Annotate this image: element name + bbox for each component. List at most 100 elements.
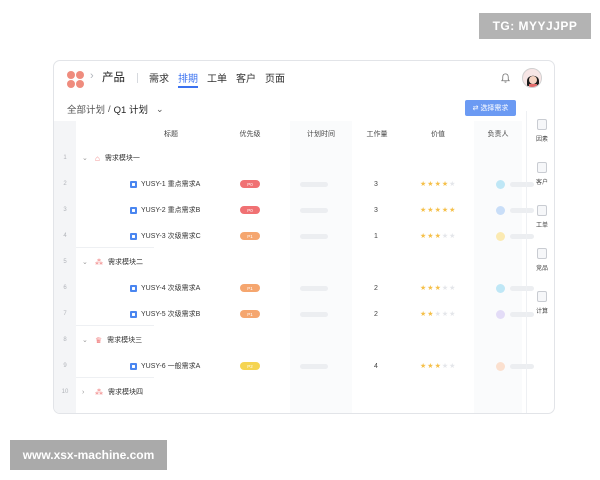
star-rating[interactable]: ★ ★ ★ ★ ★ xyxy=(420,233,455,240)
priority-badge[interactable]: P1 xyxy=(240,284,260,292)
star-icon[interactable]: ★ xyxy=(449,181,455,188)
value-cell[interactable]: ★ ★ ★ ★ ★ xyxy=(420,223,455,249)
star-icon[interactable]: ★ xyxy=(435,181,441,188)
table-row[interactable]: YUSY-1 重点需求A P0 3 ★ ★ ★ ★ ★ xyxy=(76,171,534,197)
priority-cell[interactable]: P0 xyxy=(240,197,260,223)
app-logo-icon[interactable] xyxy=(67,71,84,88)
plan-time-cell[interactable] xyxy=(300,223,328,249)
group-row[interactable]: › ⁂ 需求模块四 xyxy=(76,379,524,405)
star-icon[interactable]: ★ xyxy=(442,363,448,370)
sidebar-item-0[interactable]: 因素 xyxy=(527,119,554,143)
current-plan[interactable]: Q1 计划 xyxy=(114,102,148,116)
priority-badge[interactable]: P0 xyxy=(240,206,260,214)
workload-cell[interactable]: 2 xyxy=(374,301,378,327)
owner-avatar[interactable] xyxy=(496,231,505,241)
owner-avatar[interactable] xyxy=(496,361,505,371)
tab-2[interactable]: 工单 xyxy=(207,70,227,85)
expand-toggle-icon[interactable]: ⌄ xyxy=(82,154,90,162)
star-icon[interactable]: ★ xyxy=(420,285,426,292)
star-icon[interactable]: ★ xyxy=(420,233,426,240)
table-row[interactable]: YUSY-4 次级需求A P1 2 ★ ★ ★ ★ ★ xyxy=(76,275,534,301)
sidebar-item-1[interactable]: 客户 xyxy=(527,162,554,186)
item-title-cell[interactable]: YUSY-5 次级需求B xyxy=(130,301,200,327)
value-cell[interactable]: ★ ★ ★ ★ ★ xyxy=(420,275,455,301)
priority-cell[interactable]: P2 xyxy=(240,353,260,379)
star-rating[interactable]: ★ ★ ★ ★ ★ xyxy=(420,311,455,318)
star-icon[interactable]: ★ xyxy=(435,207,441,214)
owner-avatar[interactable] xyxy=(496,283,505,293)
column-header-3[interactable]: 工作量 xyxy=(352,129,402,139)
table-row[interactable]: YUSY-6 一般需求A P2 4 ★ ★ ★ ★ ★ xyxy=(76,353,534,379)
priority-cell[interactable]: P1 xyxy=(240,275,260,301)
star-icon[interactable]: ★ xyxy=(442,233,448,240)
star-icon[interactable]: ★ xyxy=(435,311,441,318)
star-rating[interactable]: ★ ★ ★ ★ ★ xyxy=(420,181,455,188)
plan-time-cell[interactable] xyxy=(300,197,328,223)
expand-toggle-icon[interactable]: ⌄ xyxy=(82,258,90,266)
column-header-1[interactable]: 优先级 xyxy=(230,129,270,139)
group-title-cell[interactable]: ⌄ ⁂ 需求模块二 xyxy=(76,249,143,275)
product-title[interactable]: 产品 xyxy=(102,69,125,85)
tab-1[interactable]: 排期 xyxy=(178,70,198,88)
star-icon[interactable]: ★ xyxy=(442,207,448,214)
star-icon[interactable]: ★ xyxy=(435,363,441,370)
item-title-cell[interactable]: YUSY-4 次级需求A xyxy=(130,275,200,301)
star-icon[interactable]: ★ xyxy=(449,233,455,240)
value-cell[interactable]: ★ ★ ★ ★ ★ xyxy=(420,171,455,197)
expand-toggle-icon[interactable]: › xyxy=(82,389,90,396)
star-icon[interactable]: ★ xyxy=(420,181,426,188)
table-row[interactable]: YUSY-5 次级需求B P1 2 ★ ★ ★ ★ ★ xyxy=(76,301,534,327)
star-icon[interactable]: ★ xyxy=(427,233,433,240)
priority-cell[interactable]: P1 xyxy=(240,223,260,249)
priority-badge[interactable]: P2 xyxy=(240,362,260,370)
table-row[interactable]: YUSY-2 重点需求B P0 3 ★ ★ ★ ★ ★ xyxy=(76,197,534,223)
tab-0[interactable]: 需求 xyxy=(149,70,169,85)
sidebar-item-3[interactable]: 竞品 xyxy=(527,248,554,272)
column-header-2[interactable]: 计划时间 xyxy=(290,129,352,139)
plan-time-cell[interactable] xyxy=(300,275,328,301)
group-row[interactable]: ⌄ ⌂ 需求模块一 xyxy=(76,145,524,171)
star-icon[interactable]: ★ xyxy=(420,207,426,214)
star-icon[interactable]: ★ xyxy=(442,181,448,188)
star-icon[interactable]: ★ xyxy=(420,311,426,318)
sidebar-item-4[interactable]: 计算 xyxy=(527,291,554,315)
workload-cell[interactable]: 1 xyxy=(374,223,378,249)
priority-badge[interactable]: P0 xyxy=(240,180,260,188)
star-icon[interactable]: ★ xyxy=(427,311,433,318)
star-icon[interactable]: ★ xyxy=(449,363,455,370)
star-rating[interactable]: ★ ★ ★ ★ ★ xyxy=(420,285,455,292)
priority-badge[interactable]: P1 xyxy=(240,232,260,240)
star-icon[interactable]: ★ xyxy=(449,207,455,214)
workload-cell[interactable]: 2 xyxy=(374,275,378,301)
tab-4[interactable]: 页面 xyxy=(265,70,285,85)
star-rating[interactable]: ★ ★ ★ ★ ★ xyxy=(420,363,455,370)
workload-cell[interactable]: 3 xyxy=(374,171,378,197)
star-icon[interactable]: ★ xyxy=(449,285,455,292)
expand-toggle-icon[interactable]: ⌄ xyxy=(82,336,90,344)
bell-icon[interactable] xyxy=(500,72,511,84)
star-icon[interactable]: ★ xyxy=(435,233,441,240)
group-title-cell[interactable]: › ⁂ 需求模块四 xyxy=(76,379,143,405)
value-cell[interactable]: ★ ★ ★ ★ ★ xyxy=(420,301,455,327)
priority-cell[interactable]: P0 xyxy=(240,171,260,197)
owner-avatar[interactable] xyxy=(496,179,505,189)
sidebar-item-2[interactable]: 工单 xyxy=(527,205,554,229)
owner-avatar[interactable] xyxy=(496,205,505,215)
star-icon[interactable]: ★ xyxy=(427,363,433,370)
priority-cell[interactable]: P1 xyxy=(240,301,260,327)
star-icon[interactable]: ★ xyxy=(427,285,433,292)
workload-cell[interactable]: 4 xyxy=(374,353,378,379)
table-row[interactable]: YUSY-3 次级需求C P1 1 ★ ★ ★ ★ ★ xyxy=(76,223,534,249)
column-header-5[interactable]: 负责人 xyxy=(474,129,522,139)
owner-avatar[interactable] xyxy=(496,309,505,319)
star-icon[interactable]: ★ xyxy=(435,285,441,292)
item-title-cell[interactable]: YUSY-3 次级需求C xyxy=(130,223,201,249)
chevron-down-icon[interactable]: ⌄ xyxy=(156,104,164,115)
star-icon[interactable]: ★ xyxy=(442,311,448,318)
group-title-cell[interactable]: ⌄ ♛ 需求模块三 xyxy=(76,327,142,353)
group-row[interactable]: ⌄ ⁂ 需求模块二 xyxy=(76,249,524,275)
all-plans-link[interactable]: 全部计划 xyxy=(67,102,105,116)
pick-requirement-button[interactable]: ⇄ 选择需求 xyxy=(465,100,516,116)
priority-badge[interactable]: P1 xyxy=(240,310,260,318)
star-icon[interactable]: ★ xyxy=(420,363,426,370)
